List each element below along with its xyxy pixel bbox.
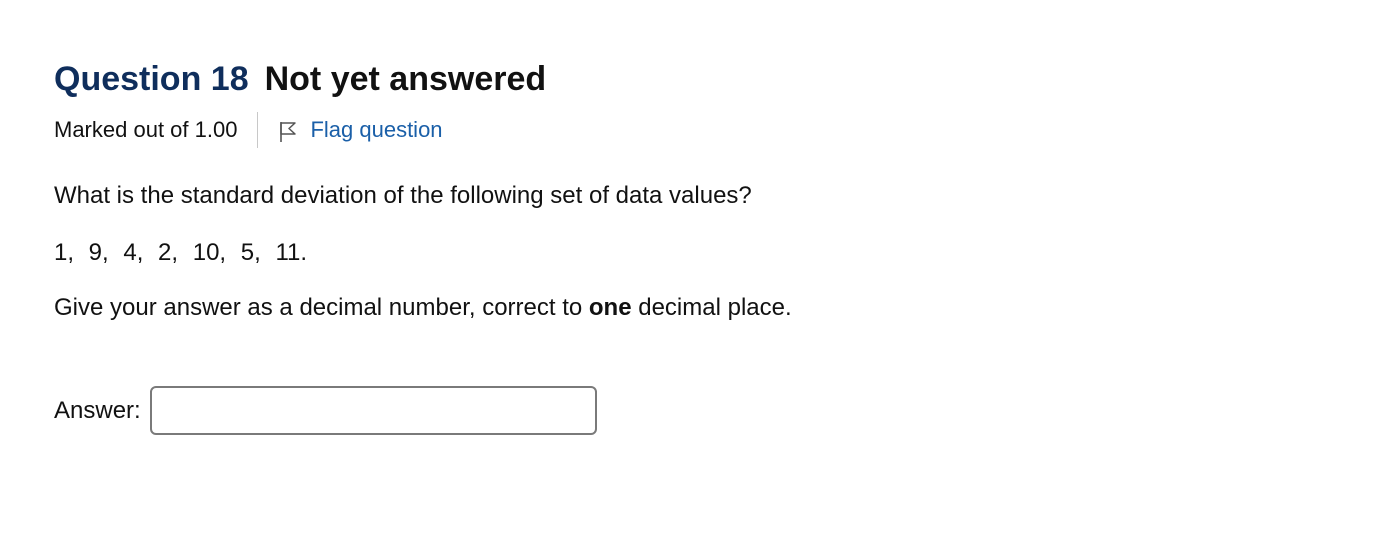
instruction-bold: one [588, 294, 632, 321]
answer-input[interactable] [149, 386, 597, 435]
instruction-prefix: Give your answer as a decimal number, co… [54, 294, 589, 321]
answer-instruction: Give your answer as a decimal number, co… [54, 294, 792, 322]
question-number: Question 18 [54, 60, 249, 98]
question-text: What is the standard deviation of the fo… [54, 182, 752, 209]
question-state: Not yet answered [264, 60, 547, 98]
data-values: 1, 9, 4, 2, 10, 5, 11. [54, 239, 308, 266]
flag-question-label: Flag question [310, 117, 443, 142]
question-grade: Marked out of 1.00 [54, 117, 238, 142]
instruction-suffix: decimal place. [631, 294, 792, 321]
question-header: Question 18 Not yet answered [54, 60, 546, 99]
question-page: Question 18 Not yet answered Marked out … [0, 0, 1377, 536]
answer-label: Answer: [54, 396, 141, 424]
question-info: Marked out of 1.00 Flag question [54, 112, 443, 148]
answer-row: Answer: [54, 386, 597, 435]
flag-question-link[interactable]: Flag question [278, 117, 443, 143]
flag-icon [278, 121, 298, 143]
info-divider [257, 112, 259, 148]
